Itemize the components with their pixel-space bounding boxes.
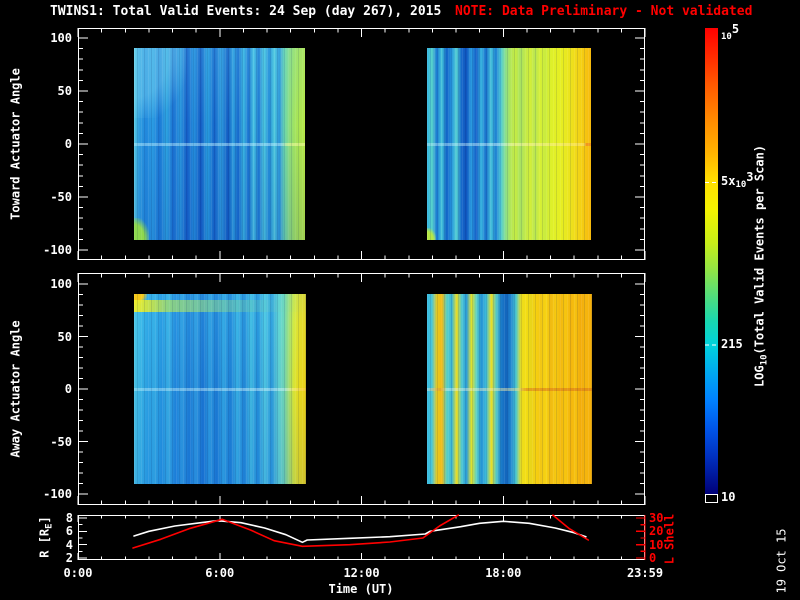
panel-borders [78,28,645,560]
tick-marks [77,28,646,560]
plot-stage: TWINS1: Total Valid Events: 24 Sep (day … [0,0,800,600]
lshell-axis-red [636,515,646,560]
axes-layer [77,28,718,560]
colorbar [705,28,718,503]
line-series [132,514,590,549]
